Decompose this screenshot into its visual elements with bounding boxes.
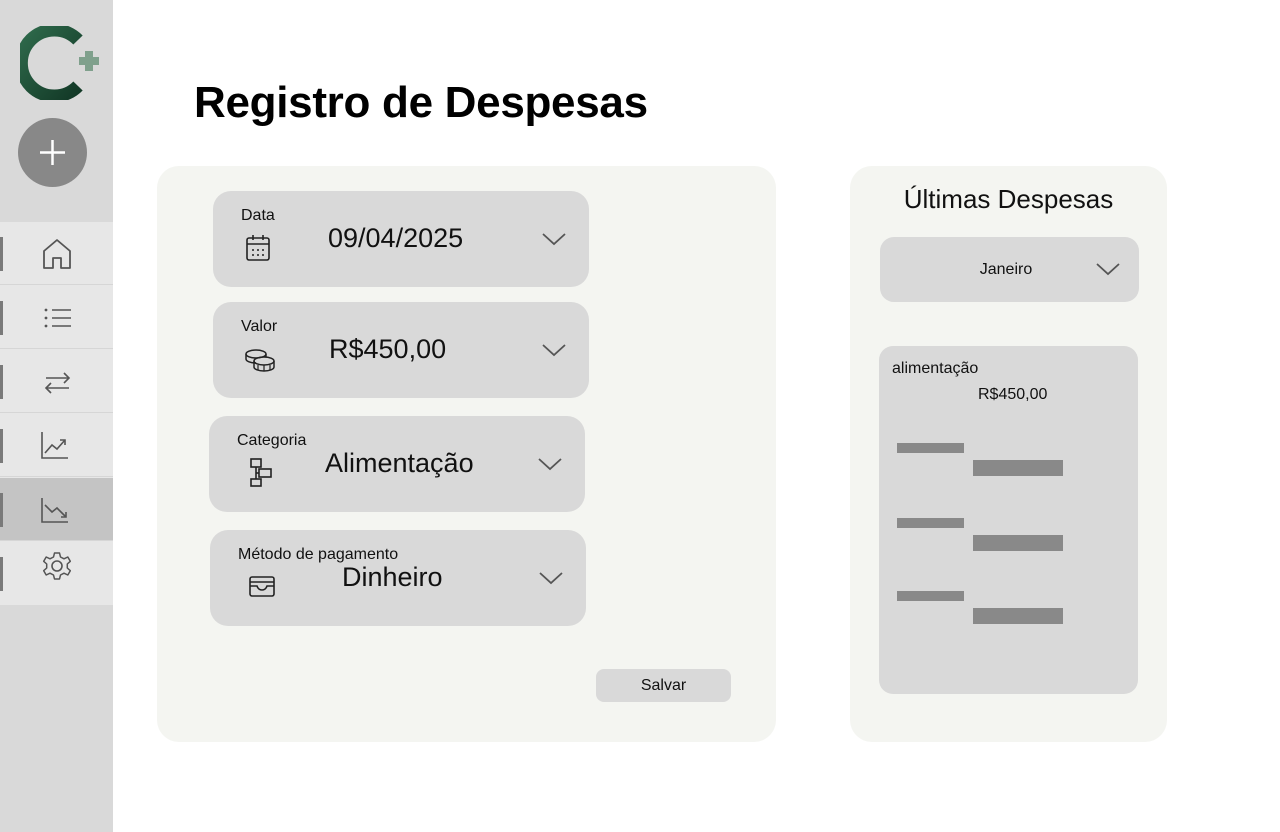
nav-marker: [0, 493, 3, 527]
nav-marker: [0, 557, 3, 591]
settings-icon: [42, 552, 72, 580]
sidebar-item-expenses[interactable]: [0, 478, 113, 541]
nav-marker: [0, 301, 3, 335]
recent-expenses-panel: Últimas Despesas Janeiro alimentação R$4…: [850, 166, 1167, 742]
wallet-icon: [249, 576, 275, 597]
expense-category: alimentação: [892, 360, 979, 377]
expense-form: Data 09/04/2025 Valor R$450,00 Categoria…: [157, 166, 776, 742]
page-title: Registro de Despesas: [194, 78, 648, 127]
trending-down-icon: [41, 498, 68, 523]
placeholder-line: [897, 518, 964, 528]
category-field[interactable]: Categoria Alimentação: [209, 416, 585, 512]
chevron-down-icon: [539, 572, 563, 585]
sidebar-item-home[interactable]: [0, 222, 113, 285]
date-field[interactable]: Data 09/04/2025: [213, 191, 589, 287]
sidebar-item-transfers[interactable]: [0, 350, 113, 413]
calendar-icon: [246, 235, 270, 261]
home-icon: [43, 239, 71, 269]
trending-up-icon: [41, 432, 68, 459]
amount-field[interactable]: Valor R$450,00: [213, 302, 589, 398]
add-expense-button[interactable]: [18, 118, 87, 187]
placeholder-bar: [973, 460, 1063, 476]
placeholder-line: [897, 443, 964, 453]
list-icon: [44, 308, 71, 328]
date-value: 09/04/2025: [328, 223, 464, 253]
sidebar: [0, 0, 113, 832]
category-icon: [250, 458, 272, 487]
sidebar-item-list[interactable]: [0, 286, 113, 349]
chevron-down-icon: [1096, 263, 1120, 276]
expense-card[interactable]: alimentação R$450,00: [879, 346, 1138, 694]
coins-icon: [245, 349, 275, 372]
nav-marker: [0, 365, 3, 399]
plus-icon: [40, 140, 65, 165]
payment-method-field[interactable]: Método de pagamento Dinheiro: [210, 530, 586, 626]
nav-marker: [0, 429, 3, 463]
payment-method-value: Dinheiro: [342, 562, 443, 592]
amount-label: Valor: [241, 318, 278, 335]
date-label: Data: [241, 207, 275, 224]
expense-amount: R$450,00: [978, 386, 1048, 403]
chevron-down-icon: [542, 344, 566, 357]
sidebar-nav: [0, 222, 113, 605]
month-select[interactable]: Janeiro: [880, 237, 1139, 302]
recent-expenses-title: Últimas Despesas: [903, 184, 1114, 214]
save-button[interactable]: Salvar: [596, 669, 731, 702]
category-label: Categoria: [237, 432, 307, 449]
transfer-icon: [44, 372, 71, 394]
amount-value: R$450,00: [329, 334, 447, 364]
category-value: Alimentação: [325, 448, 474, 478]
nav-marker: [0, 237, 3, 271]
chevron-down-icon: [538, 458, 562, 471]
c-plus-logo[interactable]: [20, 26, 102, 100]
chevron-down-icon: [542, 233, 566, 246]
placeholder-bar: [973, 535, 1063, 551]
sidebar-item-income[interactable]: [0, 414, 113, 477]
placeholder-bar: [973, 608, 1063, 624]
sidebar-item-settings[interactable]: [0, 542, 113, 605]
placeholder-line: [897, 591, 964, 601]
